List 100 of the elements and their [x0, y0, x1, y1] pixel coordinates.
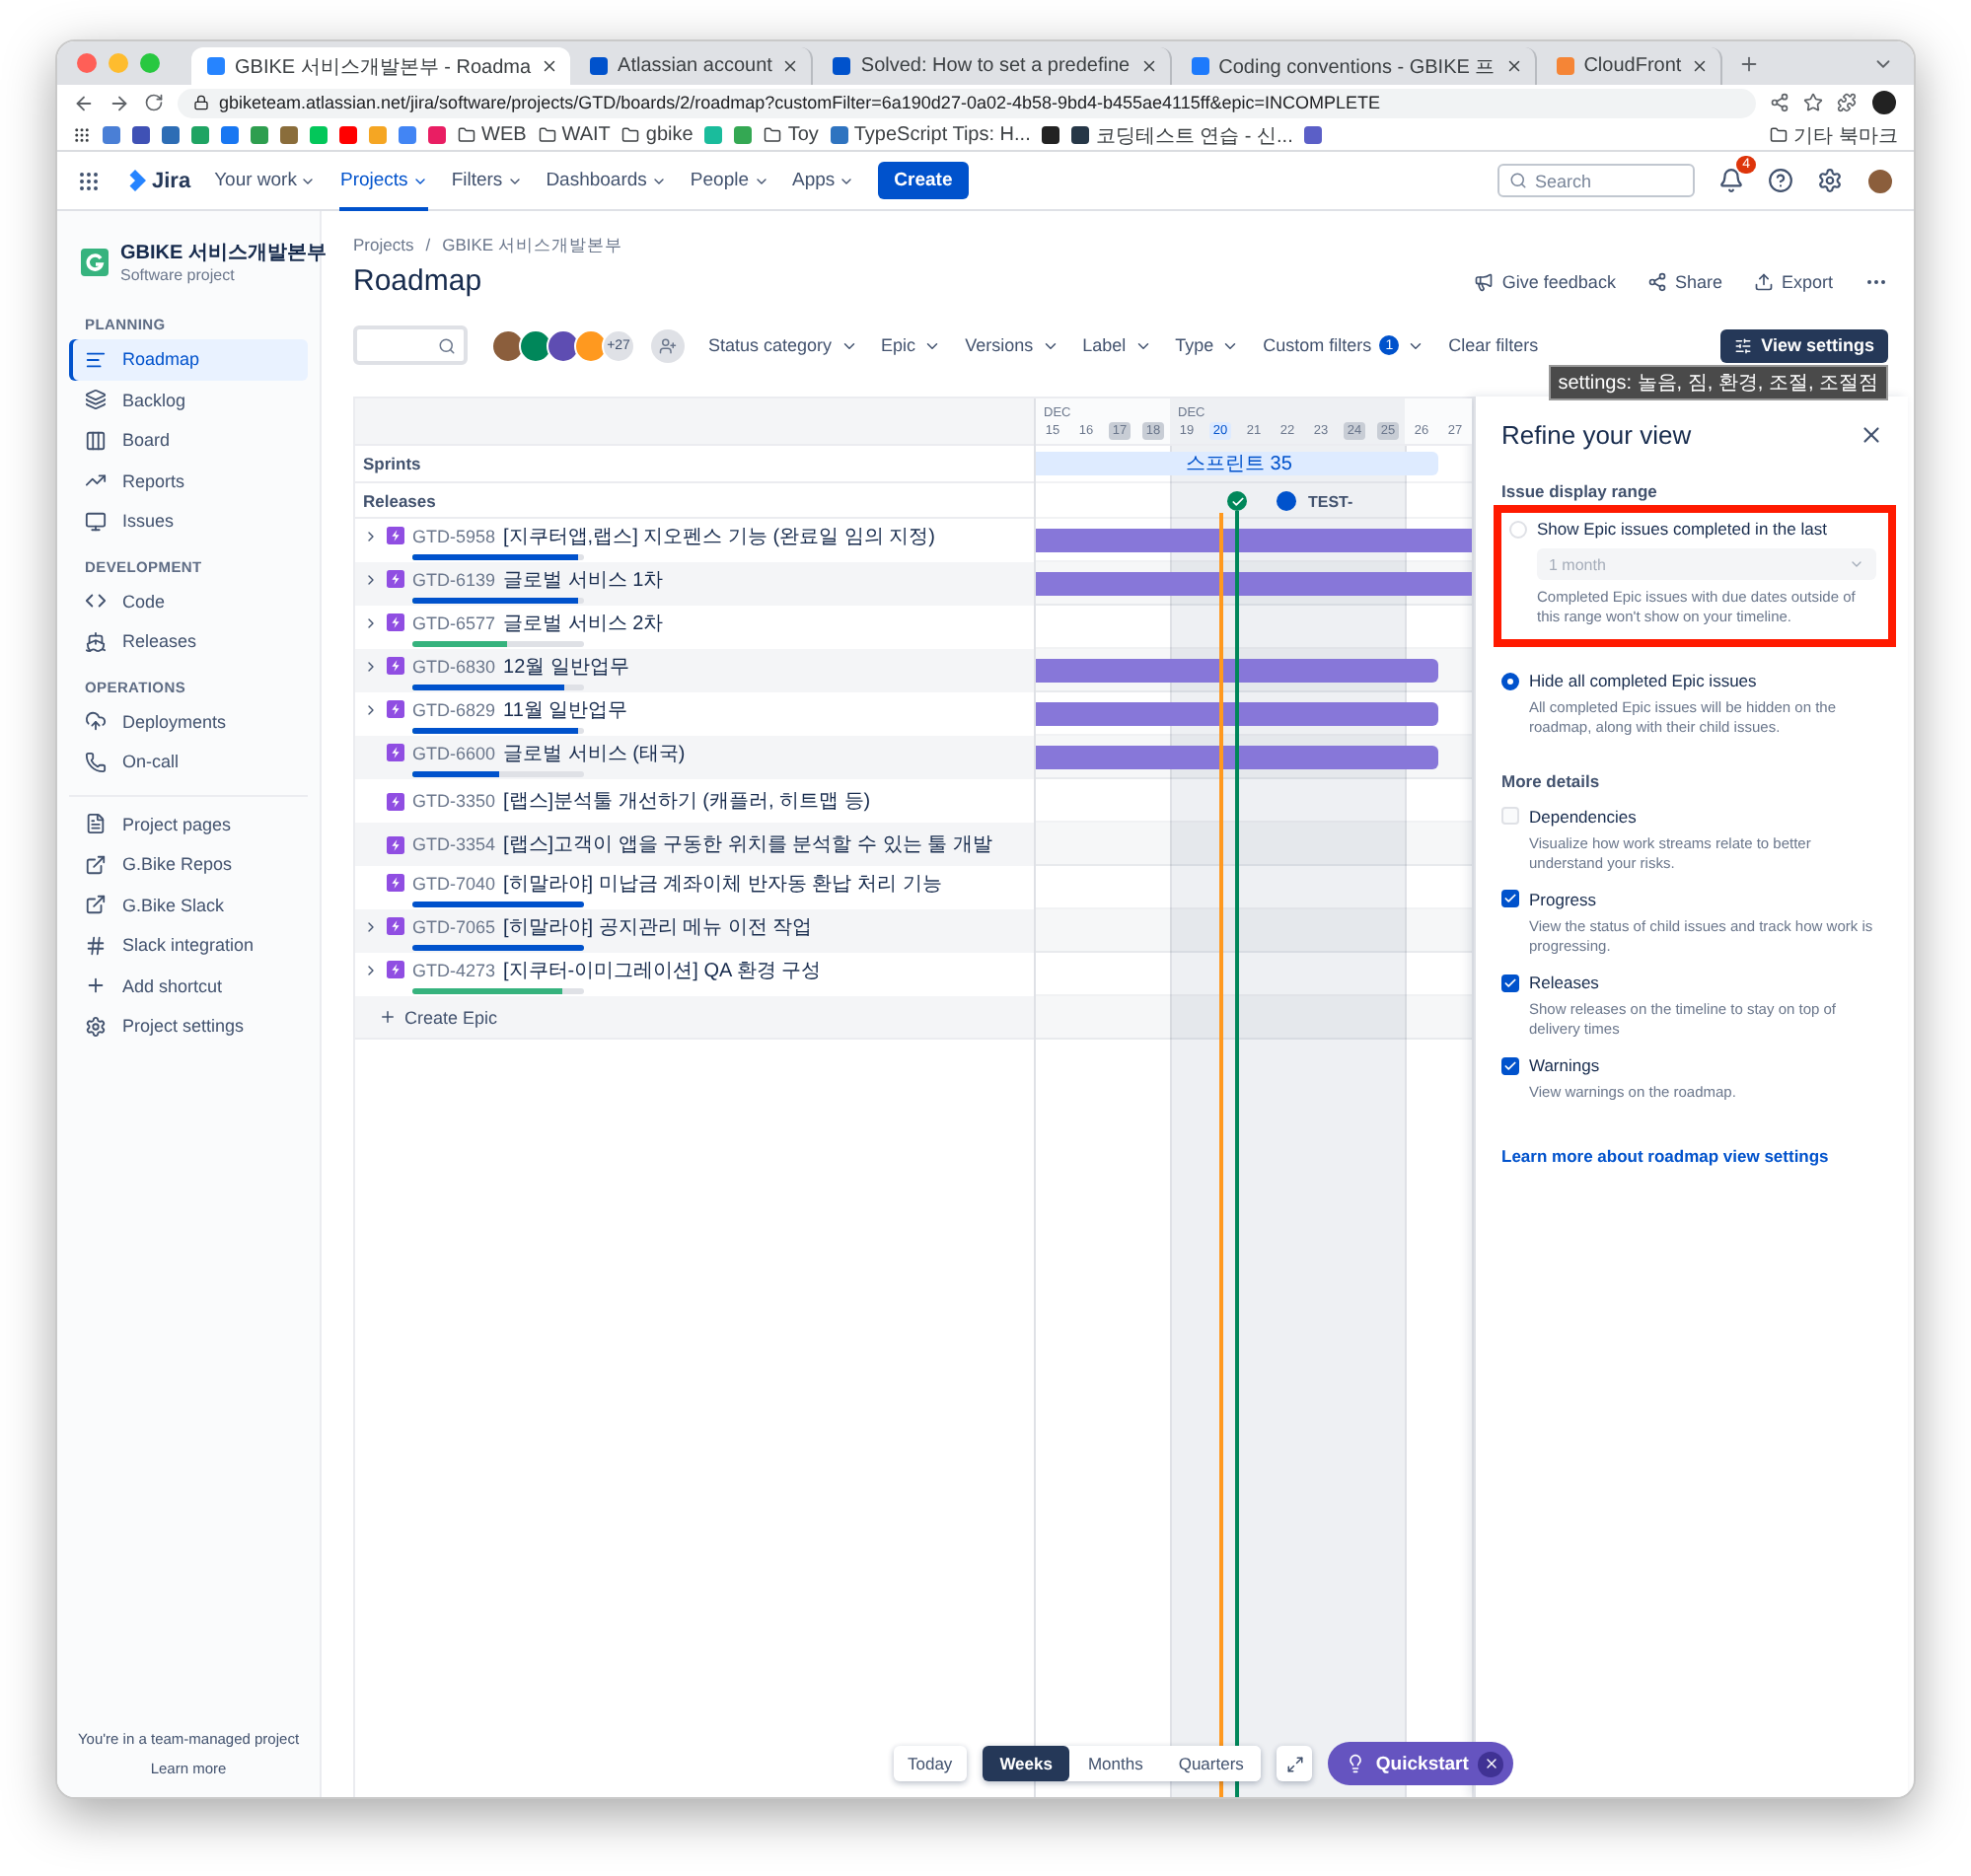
- issue-key-link[interactable]: GTD-6829: [412, 699, 496, 719]
- sidebar-item[interactable]: Reports: [69, 461, 308, 501]
- user-avatar[interactable]: [519, 328, 552, 362]
- sidebar-item[interactable]: Code: [69, 581, 308, 621]
- sidebar-item[interactable]: Roadmap: [69, 339, 308, 380]
- puzzle-icon[interactable]: [1837, 93, 1857, 112]
- expand-icon[interactable]: [363, 701, 379, 717]
- nav-menu[interactable]: Dashboards: [546, 151, 667, 210]
- back-icon[interactable]: [73, 92, 95, 113]
- issue-key-link[interactable]: GTD-3350: [412, 791, 496, 811]
- forward-icon[interactable]: [109, 92, 130, 113]
- filter-dropdown[interactable]: Type: [1175, 335, 1240, 355]
- create-button[interactable]: Create: [878, 162, 969, 199]
- nav-menu[interactable]: Your work: [214, 151, 317, 210]
- user-avatar[interactable]: [547, 328, 580, 362]
- learn-more-link[interactable]: Learn more about roadmap view settings: [1501, 1146, 1884, 1167]
- filter-dropdown[interactable]: Label: [1082, 335, 1152, 355]
- bookmark-folder[interactable]: gbike: [621, 124, 694, 146]
- radio-button[interactable]: [1501, 672, 1519, 690]
- breadcrumb-link[interactable]: GBIKE 서비스개발본부: [442, 235, 622, 258]
- header-action[interactable]: Share: [1646, 271, 1722, 291]
- issue-key-link[interactable]: GTD-5958: [412, 526, 496, 545]
- issue-key-link[interactable]: GTD-4273: [412, 960, 496, 979]
- expand-icon[interactable]: [363, 528, 379, 543]
- star-icon[interactable]: [1803, 93, 1823, 112]
- issue-key-link[interactable]: GTD-6600: [412, 743, 496, 762]
- new-tab-icon[interactable]: [1738, 52, 1761, 74]
- close-button[interactable]: [1478, 1751, 1504, 1776]
- issue-key-link[interactable]: GTD-3354: [412, 834, 496, 854]
- expand-icon[interactable]: [363, 962, 379, 977]
- today-button[interactable]: Today: [894, 1746, 967, 1781]
- issue-key-link[interactable]: GTD-7065: [412, 916, 496, 936]
- sidebar-item[interactable]: Backlog: [69, 380, 308, 420]
- expand-icon[interactable]: [363, 614, 379, 630]
- sidebar-item[interactable]: G.Bike Slack: [69, 885, 308, 925]
- user-avatar[interactable]: [491, 328, 525, 362]
- app-switcher-icon[interactable]: [77, 169, 101, 192]
- sidebar-item[interactable]: Board: [69, 420, 308, 461]
- browser-tab[interactable]: Atlassian account: [574, 47, 814, 85]
- sidebar-item[interactable]: Add shortcut: [69, 966, 308, 1006]
- create-epic-button[interactable]: Create Epic: [355, 996, 1034, 1040]
- bookmark-link[interactable]: 코딩테스트 연습 - 신...: [1071, 121, 1293, 149]
- issue-key-link[interactable]: GTD-6139: [412, 569, 496, 589]
- issue-key-link[interactable]: GTD-7040: [412, 873, 496, 893]
- filter-dropdown[interactable]: Status category: [708, 335, 858, 355]
- header-action[interactable]: Export: [1753, 271, 1833, 291]
- bookmark-link[interactable]: TypeScript Tips: H...: [830, 124, 1031, 146]
- checkbox[interactable]: [1501, 974, 1519, 991]
- close-icon[interactable]: [1504, 57, 1523, 75]
- clear-filters-button[interactable]: Clear filters: [1448, 335, 1539, 355]
- sidebar-item[interactable]: Project settings: [69, 1006, 308, 1046]
- close-icon[interactable]: [541, 57, 559, 75]
- profile-avatar[interactable]: [1870, 89, 1898, 116]
- jira-logo[interactable]: Jira: [124, 169, 191, 192]
- sidebar-item[interactable]: Deployments: [69, 701, 308, 742]
- quickstart-button[interactable]: Quickstart: [1328, 1742, 1514, 1785]
- browser-tab[interactable]: GBIKE 서비스개발본부 - Roadma: [191, 47, 571, 85]
- filter-dropdown[interactable]: Epic: [881, 335, 942, 355]
- sidebar-item[interactable]: Releases: [69, 621, 308, 662]
- share-icon[interactable]: [1770, 93, 1789, 112]
- apps-icon[interactable]: [73, 126, 91, 144]
- sidebar-item[interactable]: Project pages: [69, 804, 308, 844]
- bookmark-icon[interactable]: [1042, 126, 1060, 144]
- notifications-icon[interactable]: [1718, 168, 1744, 193]
- issue-key-link[interactable]: GTD-6577: [412, 613, 496, 632]
- help-icon[interactable]: [1768, 168, 1793, 193]
- nav-menu[interactable]: Filters: [451, 151, 523, 210]
- checkbox[interactable]: [1501, 890, 1519, 908]
- settings-icon[interactable]: [1817, 168, 1843, 193]
- search-field[interactable]: [353, 325, 468, 365]
- sidebar-item[interactable]: G.Bike Repos: [69, 844, 308, 885]
- nav-menu[interactable]: Apps: [792, 151, 855, 210]
- add-person-button[interactable]: [651, 328, 685, 362]
- close-icon[interactable]: [1691, 57, 1710, 75]
- close-icon[interactable]: [1139, 57, 1158, 75]
- expand-icon[interactable]: [363, 918, 379, 934]
- bookmark-folder[interactable]: WAIT: [538, 124, 611, 146]
- reload-icon[interactable]: [144, 93, 164, 112]
- view-settings-button[interactable]: View settings: [1719, 328, 1888, 362]
- sidebar-item[interactable]: Slack integration: [69, 925, 308, 966]
- close-icon[interactable]: [781, 57, 800, 75]
- user-avatar[interactable]: [1866, 167, 1894, 194]
- search-field[interactable]: Search: [1497, 164, 1695, 197]
- expand-button[interactable]: [1277, 1746, 1313, 1781]
- close-icon[interactable]: [1859, 422, 1884, 448]
- filter-dropdown[interactable]: Versions: [965, 335, 1059, 355]
- browser-tab[interactable]: Solved: How to set a predefine: [817, 47, 1172, 85]
- sidebar-item[interactable]: On-call: [69, 742, 308, 782]
- browser-tab[interactable]: Coding conventions - GBIKE 프: [1175, 47, 1537, 85]
- bookmark-folder[interactable]: WEB: [458, 124, 527, 146]
- scale-button[interactable]: Weeks: [982, 1746, 1070, 1781]
- address-field[interactable]: gbiketeam.atlassian.net/jira/software/projects/GTD/boards/2/roadmap?customFilter=6a190d27-0a02-4b58-9bd4-b455ae4115ff&epic=INCOMPLETE: [178, 88, 1756, 117]
- nav-menu[interactable]: Projects: [339, 151, 428, 210]
- bookmark-folder[interactable]: Toy: [764, 124, 819, 146]
- header-action[interactable]: Give feedback: [1474, 271, 1616, 291]
- expand-icon[interactable]: [363, 571, 379, 587]
- scale-button[interactable]: Months: [1069, 1746, 1161, 1781]
- scale-button[interactable]: Quarters: [1160, 1746, 1262, 1781]
- browser-tab[interactable]: CloudFront: [1540, 47, 1723, 85]
- expand-icon[interactable]: [363, 658, 379, 674]
